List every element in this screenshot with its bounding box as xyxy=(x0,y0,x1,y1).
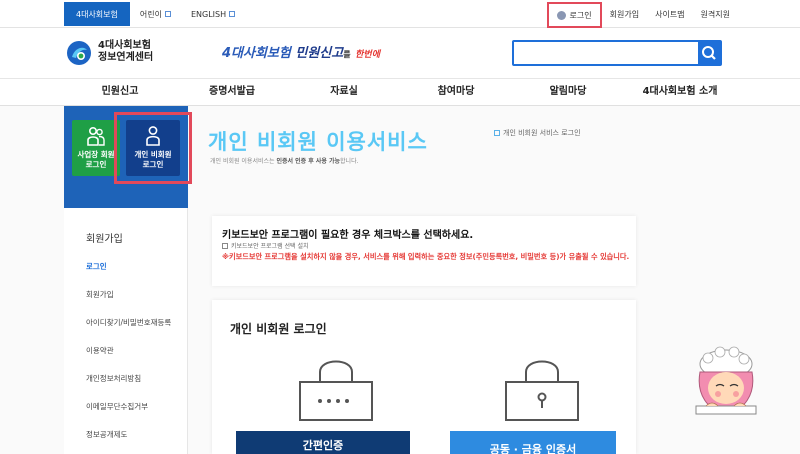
sidebar-item-email-refusal[interactable]: 이메일무단수집거부 xyxy=(86,402,171,430)
business-users-icon xyxy=(87,126,105,146)
search-input[interactable] xyxy=(514,42,698,64)
nav-resources[interactable]: 자료실 xyxy=(288,79,400,107)
sidebar-item-privacy[interactable]: 개인정보처리방침 xyxy=(86,374,171,402)
tab-4insurance[interactable]: 4대사회보험 xyxy=(64,2,130,26)
keyboard-security-title: 키보드보안 프로그램이 필요한 경우 체크박스를 선택하세요. xyxy=(222,230,474,241)
sidebar-item-terms[interactable]: 이용약관 xyxy=(86,346,171,374)
sitemap-link[interactable]: 사이트맵 xyxy=(647,0,692,28)
nav-certificate[interactable]: 증명서발급 xyxy=(176,79,288,107)
main-navigation: 민원신고 증명서발급 자료실 참여마당 알림마당 4대사회보험 소개 xyxy=(0,78,800,106)
utility-links: 로그인 회원가입 사이트맵 원격지원 xyxy=(546,0,738,28)
search-button[interactable] xyxy=(698,42,720,64)
external-link-icon xyxy=(229,11,236,17)
site-tabs: 4대사회보험 어린이 ENGLISH xyxy=(64,2,245,26)
slogan-banner: 4대사회보험 민원신고를 한번에 xyxy=(222,46,380,61)
page-description: 개인 비회원 이용서비스는 인증서 인증 후 사용 가능합니다. xyxy=(210,158,359,165)
home-icon xyxy=(494,130,500,136)
page-title: 개인 비회원 이용서비스 xyxy=(208,130,428,154)
left-sidebar: 회원가입 로그인 회원가입 아이디찾기/비밀번호재등록 이용약관 개인정보처리방… xyxy=(64,208,188,454)
login-section-title: 개인 비회원 로그인 xyxy=(230,322,327,336)
signup-link[interactable]: 회원가입 xyxy=(602,0,647,28)
business-member-login-button[interactable]: 사업장 회원 로그인 xyxy=(72,120,120,176)
tab-kids[interactable]: 어린이 xyxy=(130,2,181,26)
nav-notice[interactable]: 알림마당 xyxy=(512,79,624,107)
keyboard-security-warning: ※키보드보안 프로그램을 설치하지 않을 경우, 서비스를 위해 입력하는 중요… xyxy=(222,252,630,261)
search-box xyxy=(512,40,722,66)
page: 4대사회보험 어린이 ENGLISH 로그인 회원가입 사이트맵 원격지원 4대… xyxy=(0,0,800,454)
login-link[interactable]: 로그인 xyxy=(546,2,602,28)
tab-english[interactable]: ENGLISH xyxy=(181,2,245,26)
mascot-character-icon xyxy=(695,346,757,415)
sidebar-item-disclosure[interactable]: 정보공개제도 xyxy=(86,430,171,454)
sidebar-item-signup[interactable]: 회원가입 xyxy=(86,290,171,318)
keyboard-security-card: 키보드보안 프로그램이 필요한 경우 체크박스를 선택하세요. 키보드보안 프로… xyxy=(212,216,636,286)
search-icon xyxy=(702,46,716,60)
keyboard-security-checkbox-row[interactable]: 키보드보안 프로그램 선택 설치 xyxy=(222,241,308,250)
nav-participation[interactable]: 참여마당 xyxy=(400,79,512,107)
top-utility-bar: 4대사회보험 어린이 ENGLISH 로그인 회원가입 사이트맵 원격지원 xyxy=(0,0,800,28)
lock-certificate-icon xyxy=(505,360,579,421)
personal-login-card: 개인 비회원 로그인 간편인증 공동 · 금융 인증서 xyxy=(212,300,636,454)
certificate-auth-button[interactable]: 공동 · 금융 인증서 xyxy=(450,431,616,454)
nav-about[interactable]: 4대사회보험 소개 xyxy=(624,79,736,107)
site-logo-icon[interactable] xyxy=(66,40,92,66)
site-logo-text[interactable]: 4대사회보험 정보연계센터 xyxy=(98,40,153,64)
nav-complaint[interactable]: 민원신고 xyxy=(64,79,176,107)
header: 4대사회보험 정보연계센터 4대사회보험 민원신고를 한번에 xyxy=(0,28,800,78)
simple-auth-button[interactable]: 간편인증 xyxy=(236,431,410,454)
sidebar-item-find-id[interactable]: 아이디찾기/비밀번호재등록 xyxy=(86,318,171,346)
sidebar-item-login[interactable]: 로그인 xyxy=(86,262,171,290)
keyboard-security-checkbox[interactable] xyxy=(222,242,228,249)
breadcrumb: 개인 비회원 서비스 로그인 xyxy=(494,128,581,138)
user-icon xyxy=(556,10,566,20)
highlight-annotation-box xyxy=(114,112,192,184)
external-link-icon xyxy=(164,11,171,17)
remote-support-link[interactable]: 원격지원 xyxy=(693,0,738,28)
sidebar-title: 회원가입 xyxy=(86,234,123,245)
lock-password-icon xyxy=(299,360,373,421)
